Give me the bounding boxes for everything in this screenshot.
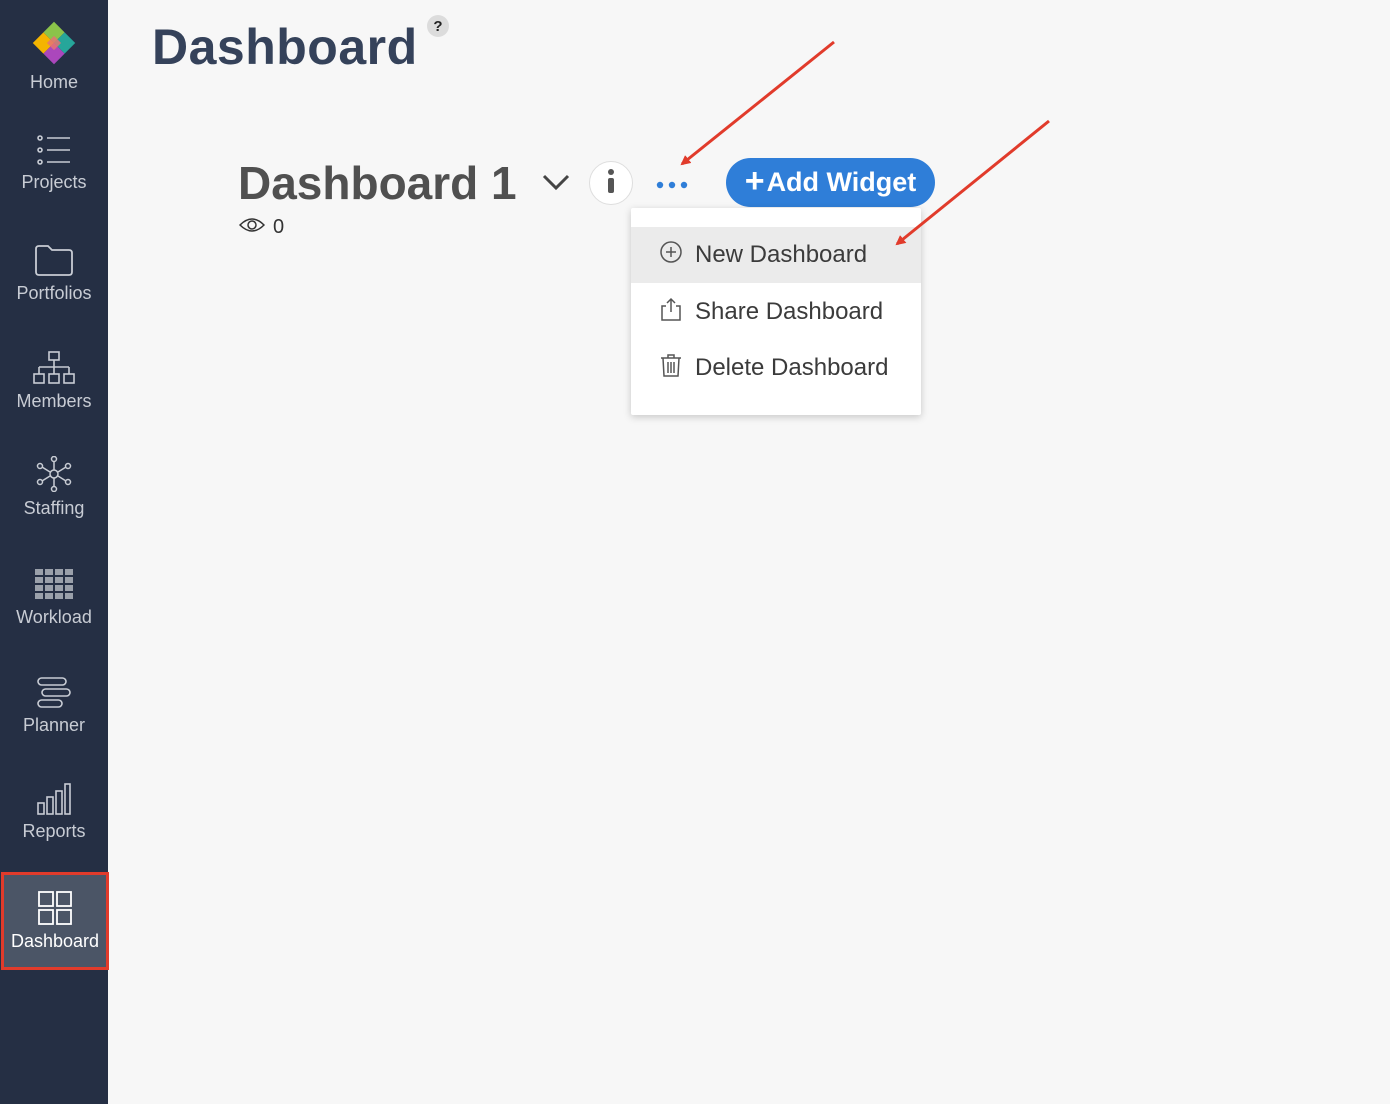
sidebar-item-projects[interactable]: Projects xyxy=(0,134,108,193)
plus-icon: + xyxy=(744,162,765,200)
view-count: 0 xyxy=(238,216,285,239)
menu-item-label: Share Dashboard xyxy=(695,298,884,325)
sidebar-item-label: Planner xyxy=(22,715,86,735)
ellipsis-icon xyxy=(654,176,690,194)
dashboard-grid-icon xyxy=(38,891,72,925)
sidebar-item-label: Home xyxy=(29,72,78,92)
annotation-arrows xyxy=(680,40,1050,246)
sidebar-item-planner[interactable]: Planner xyxy=(0,677,108,736)
eye-icon xyxy=(238,216,266,239)
sidebar-item-staffing[interactable]: Staffing xyxy=(0,456,108,519)
plus-circle-icon xyxy=(659,240,683,271)
sidebar-item-label: Portfolios xyxy=(16,283,92,303)
add-widget-label: Add Widget xyxy=(766,167,917,197)
chevron-down-icon[interactable] xyxy=(540,172,572,197)
sidebar-item-label: Projects xyxy=(21,172,87,192)
dashboard-name: Dashboard 1 xyxy=(238,157,517,209)
org-chart-icon xyxy=(33,351,75,385)
folder-icon xyxy=(34,243,74,277)
planner-bars-icon xyxy=(37,677,71,709)
menu-item-share-dashboard[interactable]: Share Dashboard xyxy=(631,284,921,340)
annotation-arrow-more xyxy=(680,40,835,166)
menu-item-new-dashboard[interactable]: New Dashboard xyxy=(631,227,921,283)
sidebar-item-label: Members xyxy=(16,391,92,411)
network-icon xyxy=(36,456,72,492)
sidebar-item-label: Workload xyxy=(16,607,92,627)
page-title: Dashboard xyxy=(152,19,418,75)
grid-table-icon xyxy=(35,569,73,601)
sidebar: Home Projects Portfolios Members Staffin… xyxy=(0,0,109,1104)
sidebar-item-dashboard[interactable]: Dashboard xyxy=(1,872,109,970)
sidebar-item-reports[interactable]: Reports xyxy=(0,783,108,842)
list-icon xyxy=(36,134,72,166)
sidebar-item-label: Dashboard xyxy=(10,931,100,951)
help-icon[interactable]: ? xyxy=(427,15,449,37)
sidebar-item-home[interactable]: Home xyxy=(0,20,108,93)
menu-item-delete-dashboard[interactable]: Delete Dashboard xyxy=(631,340,921,396)
sidebar-item-portfolios[interactable]: Portfolios xyxy=(0,243,108,304)
sidebar-item-members[interactable]: Members xyxy=(0,351,108,412)
bar-chart-icon xyxy=(37,783,71,815)
more-options-button[interactable] xyxy=(650,170,694,200)
info-button[interactable] xyxy=(589,161,633,205)
menu-item-label: Delete Dashboard xyxy=(695,354,889,381)
menu-item-label: New Dashboard xyxy=(695,241,868,268)
sidebar-item-label: Staffing xyxy=(23,498,85,518)
trash-icon xyxy=(659,353,683,384)
logo-icon xyxy=(31,20,77,66)
sidebar-item-workload[interactable]: Workload xyxy=(0,569,108,628)
add-widget-button[interactable]: + Add Widget xyxy=(726,158,935,207)
dashboard-options-menu: New Dashboard Share Dashboard Delete Das… xyxy=(631,208,921,415)
sidebar-item-label: Reports xyxy=(22,821,86,841)
info-icon xyxy=(605,168,617,199)
view-count-value: 0 xyxy=(273,216,285,238)
share-icon xyxy=(659,297,683,328)
